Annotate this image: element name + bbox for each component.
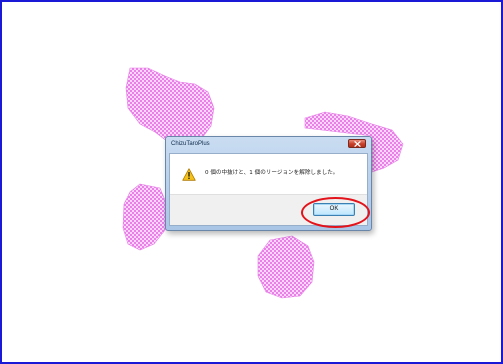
region-shape bbox=[257, 235, 315, 299]
close-icon bbox=[354, 141, 361, 147]
dialog-title: ChizuTaroPlus bbox=[171, 141, 210, 147]
dialog-message: 0 個の中抜けと、1 個のリージョンを解除しました。 bbox=[205, 170, 339, 176]
close-button[interactable] bbox=[348, 139, 366, 148]
highlight-ring bbox=[301, 197, 370, 228]
dialog-titlebar: ChizuTaroPlus bbox=[166, 137, 371, 153]
region-shape bbox=[125, 67, 215, 143]
region-shape bbox=[122, 183, 166, 251]
warning-icon bbox=[182, 168, 196, 181]
